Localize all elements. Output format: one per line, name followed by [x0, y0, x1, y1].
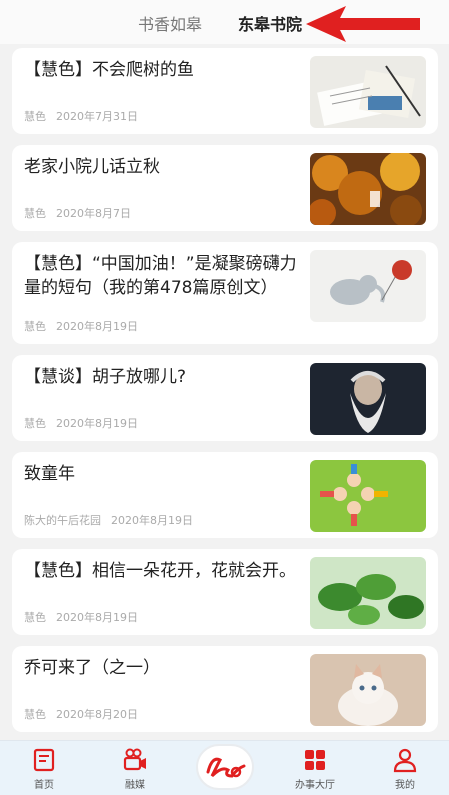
- bearded-man-photo: [310, 363, 426, 435]
- article-title: 【慧色】不会爬树的鱼: [24, 60, 194, 80]
- top-tab-bar: 书香如皋 东皋书院: [0, 0, 449, 44]
- nav-service-hall[interactable]: 办事大厅: [280, 747, 350, 791]
- tab-shuxiang-rugao[interactable]: 书香如皋: [138, 11, 202, 35]
- nav-media[interactable]: 融媒: [100, 747, 170, 791]
- article-date: 2020年7月31日: [56, 110, 138, 123]
- article-card[interactable]: 【慧色】“中国加油！”是凝聚磅礴力量的短句（我的第478篇原创文） 慧色 2020…: [12, 242, 438, 344]
- article-title: 致童年: [24, 464, 75, 484]
- video-camera-icon: [123, 748, 146, 771]
- article-meta: 慧色 2020年8月7日: [24, 205, 131, 221]
- children-cartoon: [310, 460, 426, 532]
- article-author: 慧色: [24, 611, 46, 624]
- arrow-icon: [306, 6, 420, 42]
- article-card[interactable]: 【慧色】不会爬树的鱼 慧色 2020年7月31日: [12, 48, 438, 134]
- article-title: 乔可来了（之一）: [24, 658, 160, 678]
- article-author: 陈大的午后花园: [24, 514, 101, 527]
- article-meta: 慧色 2020年8月19日: [24, 609, 138, 625]
- article-card[interactable]: 致童年 陈大的午后花园 2020年8月19日: [12, 452, 438, 538]
- app-logo-icon: [206, 757, 246, 778]
- nav-mine-label: 我的: [395, 780, 415, 791]
- green-leaves-photo: [310, 557, 426, 629]
- article-author: 慧色: [24, 207, 46, 220]
- article-meta: 慧色 2020年8月20日: [24, 706, 138, 722]
- article-title: 老家小院儿话立秋: [24, 157, 160, 177]
- article-date: 2020年8月19日: [56, 417, 138, 430]
- tab-donggao-academy[interactable]: 东皋书院: [238, 11, 302, 35]
- article-meta: 陈大的午后花园 2020年8月19日: [24, 512, 193, 528]
- article-card[interactable]: 乔可来了（之一） 慧色 2020年8月20日: [12, 646, 438, 732]
- article-date: 2020年8月19日: [56, 611, 138, 624]
- notebook-photo: [310, 56, 426, 128]
- grid-icon: [305, 750, 325, 770]
- article-title: 【慧谈】胡子放哪儿?: [24, 367, 187, 387]
- article-card[interactable]: 【慧谈】胡子放哪儿? 慧色 2020年8月19日: [12, 355, 438, 441]
- home-icon: [33, 748, 55, 772]
- kitten-photo: [310, 654, 426, 726]
- article-author: 慧色: [24, 417, 46, 430]
- article-title: 【慧色】相信一朵花开，花就会开。: [24, 561, 296, 581]
- center-logo-button[interactable]: [196, 744, 254, 790]
- article-card[interactable]: 老家小院儿话立秋 慧色 2020年8月7日: [12, 145, 438, 231]
- article-meta: 慧色 2020年7月31日: [24, 108, 138, 124]
- article-title: 【慧色】“中国加油！”是凝聚磅礴力量的短句（我的第478篇原创文）: [24, 254, 297, 298]
- user-icon: [393, 748, 417, 773]
- autumn-leaves-photo: [310, 153, 426, 225]
- elephant-drawing: [310, 250, 426, 322]
- article-date: 2020年8月19日: [56, 320, 138, 333]
- nav-service-hall-label: 办事大厅: [295, 780, 335, 791]
- nav-media-label: 融媒: [125, 780, 145, 791]
- nav-home[interactable]: 首页: [9, 747, 79, 791]
- article-author: 慧色: [24, 110, 46, 123]
- nav-home-label: 首页: [34, 780, 54, 791]
- nav-mine[interactable]: 我的: [370, 747, 440, 791]
- article-meta: 慧色 2020年8月19日: [24, 318, 138, 334]
- article-date: 2020年8月19日: [111, 514, 193, 527]
- article-card[interactable]: 【慧色】相信一朵花开，花就会开。 慧色 2020年8月19日: [12, 549, 438, 635]
- article-author: 慧色: [24, 320, 46, 333]
- article-date: 2020年8月7日: [56, 207, 131, 220]
- article-author: 慧色: [24, 708, 46, 721]
- article-date: 2020年8月20日: [56, 708, 138, 721]
- article-meta: 慧色 2020年8月19日: [24, 415, 138, 431]
